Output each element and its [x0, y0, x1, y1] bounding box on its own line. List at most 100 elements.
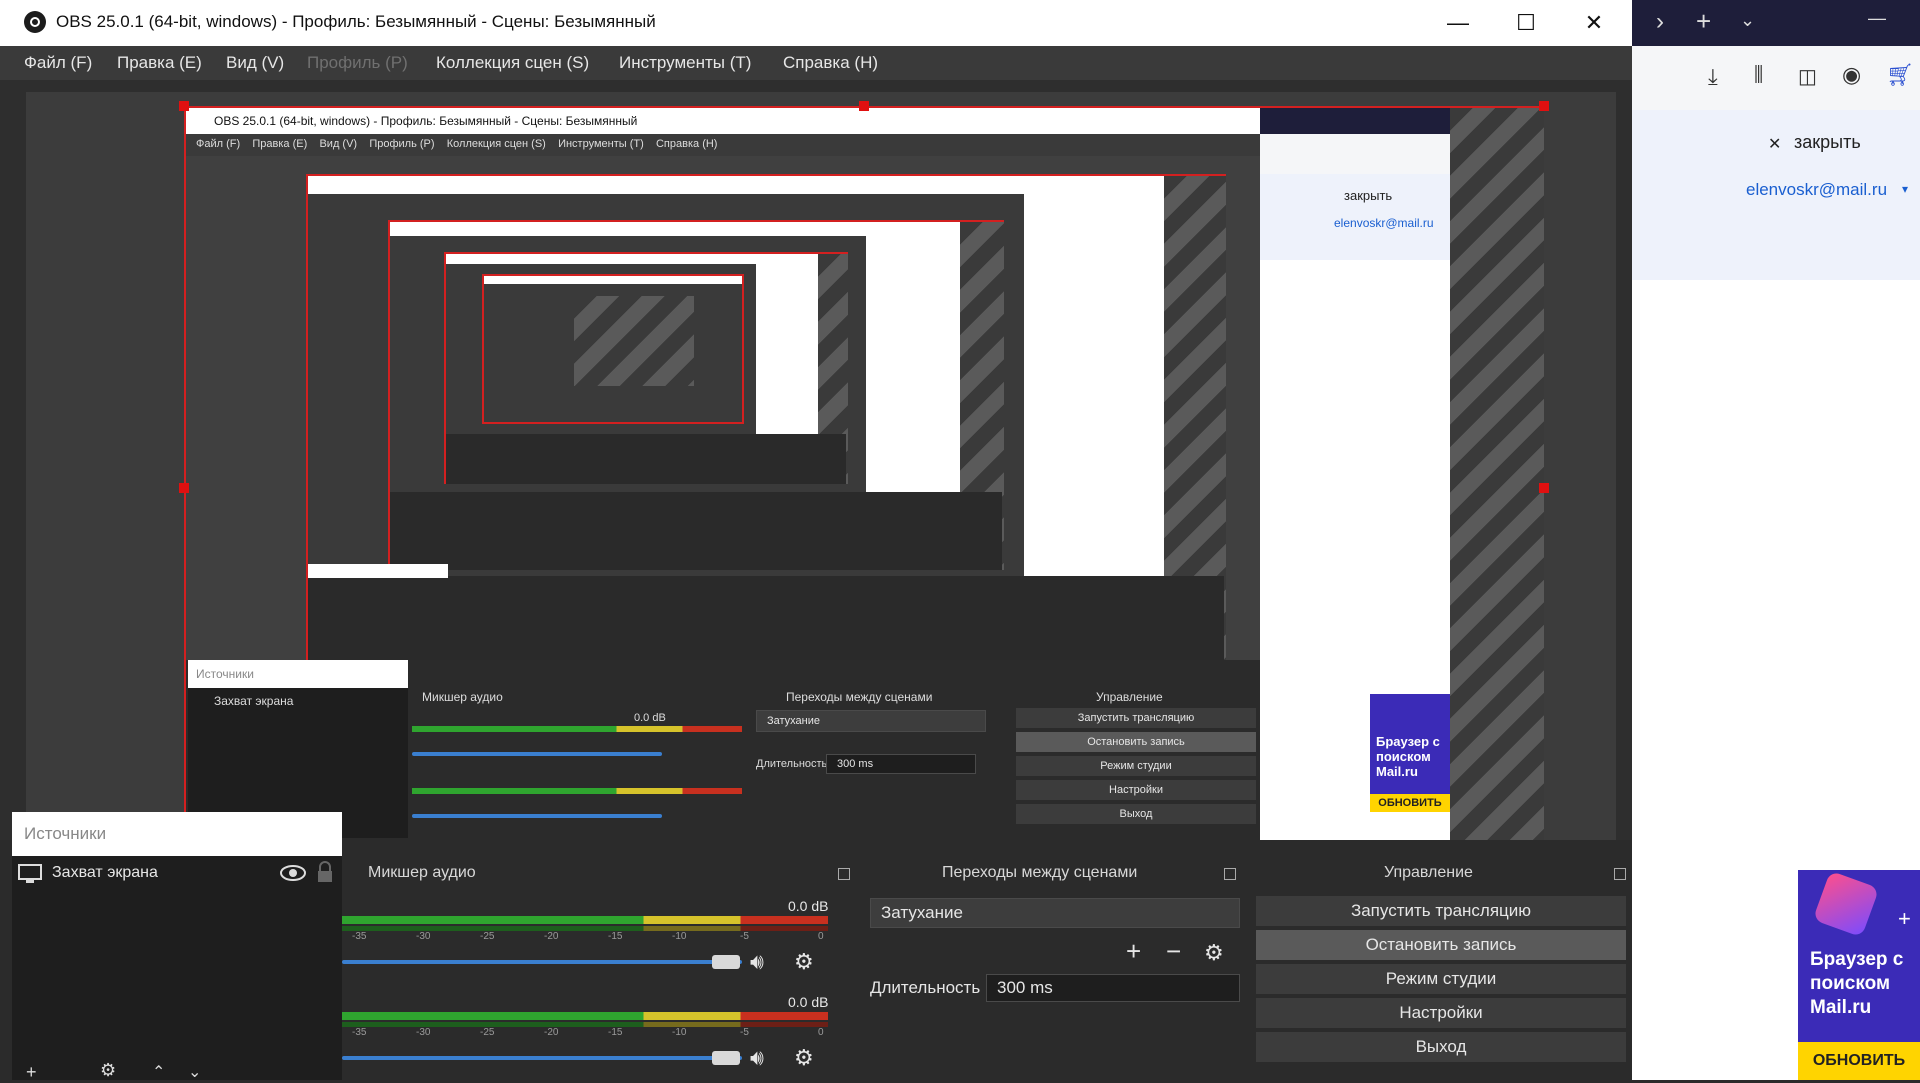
eye-icon[interactable]: [280, 864, 306, 882]
channel-db: 0.0 dB: [788, 898, 829, 914]
download-icon[interactable]: ⤓: [1708, 64, 1718, 90]
level-meter: [342, 916, 828, 924]
sidebar-icon[interactable]: ◫: [1798, 64, 1817, 89]
transform-handle[interactable]: [859, 101, 869, 111]
chevron-right-icon[interactable]: ›: [1656, 8, 1664, 36]
speaker-icon[interactable]: 🔊︎: [750, 1047, 764, 1069]
transition-select[interactable]: Затухание: [870, 898, 1240, 928]
mixer-title: Микшер аудио: [368, 864, 476, 881]
chevron-down-icon[interactable]: ⌄: [1740, 10, 1755, 31]
dock-float-icon[interactable]: [838, 868, 850, 880]
transform-handle[interactable]: [1539, 101, 1549, 111]
scene-transitions-panel: Переходы между сценами Затухание + − ⚙ Д…: [860, 860, 1240, 1080]
maximize-button[interactable]: ☐: [1492, 0, 1560, 46]
close-x-icon[interactable]: ✕: [1768, 134, 1781, 154]
menu-help[interactable]: Справка (H): [783, 53, 878, 73]
sources-title: Источники: [24, 824, 107, 843]
duration-label: Длительность: [870, 978, 981, 997]
move-down-icon[interactable]: ⌄: [188, 1062, 201, 1082]
meter-ticks: -35 -30 -25 -20 -15 -10 -5 0: [352, 1027, 824, 1038]
sources-panel: Источники Захват экрана + ⚙ ⌃ ⌄: [12, 812, 342, 1082]
nested-title: OBS 25.0.1 (64-bit, windows) - Профиль: …: [214, 114, 638, 128]
menu-profile[interactable]: Профиль (P): [307, 53, 408, 73]
menu-tools[interactable]: Инструменты (T): [619, 53, 751, 73]
window-title: OBS 25.0.1 (64-bit, windows) - Профиль: …: [56, 12, 656, 31]
menu-view[interactable]: Вид (V): [226, 53, 284, 73]
transitions-title: Переходы между сценами: [942, 864, 1138, 881]
new-tab-icon[interactable]: +: [1696, 6, 1711, 37]
nested-capture-3: [388, 220, 1004, 570]
update-button[interactable]: ОБНОВИТЬ: [1798, 1042, 1920, 1080]
volume-slider-handle[interactable]: [712, 955, 740, 969]
minimize-button[interactable]: —: [1424, 0, 1492, 46]
minimize-icon[interactable]: —: [1868, 8, 1886, 29]
library-icon[interactable]: ⫼: [1754, 64, 1763, 87]
menu-file[interactable]: Файл (F): [24, 53, 92, 73]
menu-edit[interactable]: Правка (E): [117, 53, 202, 73]
nested-capture-5: [482, 274, 744, 424]
controls-panel: Управление Запустить трансляцию Останови…: [1250, 860, 1632, 1080]
dock-float-icon[interactable]: [1224, 868, 1236, 880]
start-streaming-button[interactable]: Запустить трансляцию: [1256, 896, 1626, 926]
transform-handle[interactable]: [179, 483, 189, 493]
ad-text: Браузер с поиском Mail.ru: [1810, 949, 1904, 1018]
window-titlebar: OBS 25.0.1 (64-bit, windows) - Профиль: …: [0, 0, 1632, 46]
browser-window: › + ⌄ — ⤓ ⫼ ◫ ◉ 🛒︎ ✕ закрыть elenvoskr@m…: [1632, 0, 1920, 1080]
nested-dock: Источники Захват экрана Микшер аудио Пер…: [186, 660, 1260, 840]
browser-tabstrip: › + ⌄ —: [1632, 0, 1920, 46]
nested-browser: закрыть elenvoskr@mail.ru Браузер с поис…: [1260, 108, 1450, 840]
source-item[interactable]: Захват экрана: [12, 858, 342, 888]
account-icon[interactable]: ◉: [1842, 62, 1861, 88]
mailru-logo-icon: [1812, 870, 1880, 938]
preview-canvas[interactable]: OBS 25.0.1 (64-bit, windows) - Профиль: …: [26, 92, 1616, 840]
close-link[interactable]: закрыть: [1794, 132, 1861, 153]
nested-menu: Файл (F) Правка (E) Вид (V) Профиль (P) …: [186, 134, 1260, 156]
sources-header: Источники: [12, 812, 342, 856]
cart-icon[interactable]: 🛒︎: [1886, 62, 1914, 88]
controls-title: Управление: [1384, 864, 1473, 881]
transform-handle[interactable]: [179, 101, 189, 111]
browser-toolbar: ⤓ ⫼ ◫ ◉ 🛒︎: [1632, 46, 1920, 110]
source-name: Захват экрана: [52, 864, 158, 881]
volume-slider-handle[interactable]: [712, 1051, 740, 1065]
caret-down-icon: ▾: [1902, 182, 1909, 196]
gear-icon[interactable]: ⚙: [794, 1047, 814, 1069]
lock-icon[interactable]: [316, 861, 334, 883]
menu-bar: Файл (F) Правка (E) Вид (V) Профиль (P) …: [0, 46, 1632, 80]
account-email[interactable]: elenvoskr@mail.ru: [1746, 180, 1887, 200]
nested-close-label: закрыть: [1344, 188, 1393, 203]
settings-button[interactable]: Настройки: [1256, 998, 1626, 1028]
nested-stripes: [1450, 108, 1544, 840]
transition-settings-gear-icon[interactable]: ⚙: [1204, 942, 1224, 964]
audio-mixer-panel: Микшер аудио 0.0 dB -35 -30 -25 -20 -15 …: [342, 860, 854, 1080]
nested-capture-1: OBS 25.0.1 (64-bit, windows) - Профиль: …: [184, 106, 1544, 840]
transform-handle[interactable]: [1539, 483, 1549, 493]
mail-ad-banner[interactable]: + Браузер с поиском Mail.ru ОБНОВИТЬ: [1798, 870, 1920, 1080]
gear-icon[interactable]: ⚙: [794, 951, 814, 973]
meter-ticks: -35 -30 -25 -20 -15 -10 -5 0: [352, 931, 824, 942]
nested-ad: Браузер с поиском Mail.ru ОБНОВИТЬ: [1370, 694, 1450, 812]
remove-transition-icon[interactable]: −: [1166, 938, 1181, 964]
nested-email: elenvoskr@mail.ru: [1334, 216, 1434, 230]
duration-input[interactable]: 300 ms: [986, 974, 1240, 1002]
notification-area: ✕ закрыть elenvoskr@mail.ru ▾: [1632, 110, 1920, 280]
plus-icon: +: [1898, 906, 1911, 931]
monitor-icon: [18, 864, 42, 883]
add-transition-icon[interactable]: +: [1126, 938, 1141, 964]
move-up-icon[interactable]: ⌃: [152, 1062, 165, 1082]
obs-logo-icon: [24, 11, 46, 33]
volume-slider[interactable]: [342, 960, 742, 964]
stop-recording-button[interactable]: Остановить запись: [1256, 930, 1626, 960]
close-button[interactable]: ✕: [1560, 0, 1628, 46]
nested-capture-4: [444, 252, 848, 484]
menu-scene-collection[interactable]: Коллекция сцен (S): [436, 53, 589, 73]
exit-button[interactable]: Выход: [1256, 1032, 1626, 1062]
dock-float-icon[interactable]: [1614, 868, 1626, 880]
studio-mode-button[interactable]: Режим студии: [1256, 964, 1626, 994]
speaker-icon[interactable]: 🔊︎: [750, 951, 764, 973]
volume-slider[interactable]: [342, 1056, 742, 1060]
nested-capture-2: [306, 174, 1226, 678]
level-meter: [342, 1012, 828, 1020]
channel-db: 0.0 dB: [788, 994, 829, 1010]
source-settings-icon[interactable]: ⚙: [100, 1060, 116, 1081]
